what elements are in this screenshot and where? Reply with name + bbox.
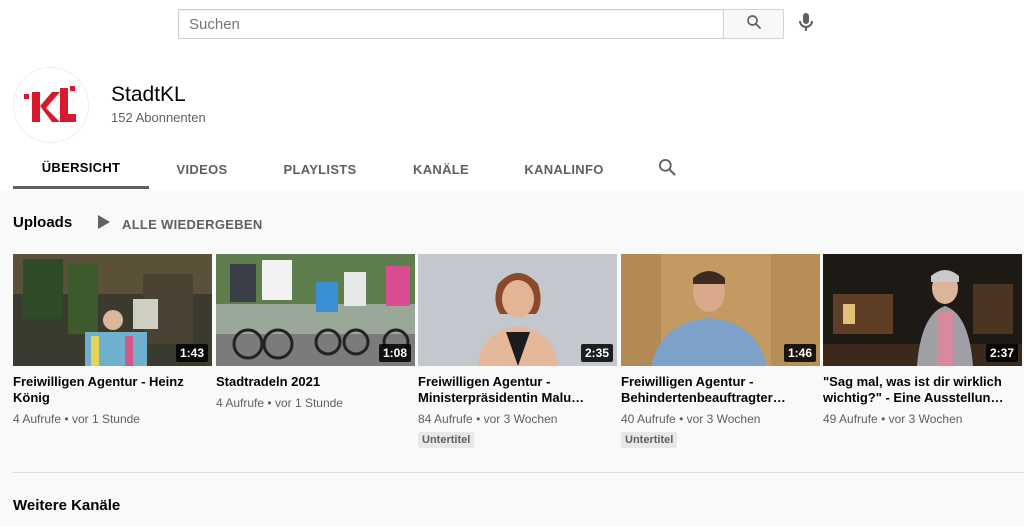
more-channels-title[interactable]: Weitere Kanäle: [13, 497, 120, 514]
tab-channels[interactable]: KANÄLE: [385, 149, 497, 189]
video-title[interactable]: Freiwilligen Agentur - Ministerpräsident…: [418, 374, 617, 406]
video-card: 1:08 Stadtradeln 2021 4 Aufrufe • vor 1 …: [216, 254, 415, 410]
video-meta: 4 Aufrufe • vor 1 Stunde: [216, 396, 415, 410]
video-meta: 4 Aufrufe • vor 1 Stunde: [13, 412, 212, 426]
meta-separator: •: [267, 396, 272, 410]
subtitles-badge: Untertitel: [621, 432, 678, 448]
video-age: vor 1 Stunde: [71, 412, 140, 426]
video-views: 40 Aufrufe: [621, 412, 676, 426]
video-views: 4 Aufrufe: [216, 396, 265, 410]
microphone-icon: [794, 10, 818, 39]
meta-separator: •: [64, 412, 69, 426]
video-thumbnail[interactable]: 2:35: [418, 254, 617, 366]
video-age: vor 1 Stunde: [274, 396, 343, 410]
video-card: 2:37 "Sag mal, was ist dir wirklich wich…: [823, 254, 1022, 426]
video-title[interactable]: Freiwilligen Agentur - Heinz König: [13, 374, 212, 406]
video-card: 2:35 Freiwilligen Agentur - Ministerpräs…: [418, 254, 617, 448]
video-meta: 84 Aufrufe • vor 3 Wochen: [418, 412, 617, 426]
video-title[interactable]: Stadtradeln 2021: [216, 374, 415, 390]
video-meta: 49 Aufrufe • vor 3 Wochen: [823, 412, 1022, 426]
video-duration: 2:35: [580, 344, 613, 362]
play-icon: [98, 215, 110, 234]
video-meta: 40 Aufrufe • vor 3 Wochen: [621, 412, 820, 426]
video-duration: 1:43: [175, 344, 208, 362]
channel-avatar[interactable]: [13, 67, 89, 143]
tab-playlists[interactable]: PLAYLISTS: [255, 149, 385, 189]
search-icon: [657, 157, 677, 182]
meta-separator: •: [476, 412, 481, 426]
channel-tabs: ÜBERSICHT VIDEOS PLAYLISTS KANÄLE KANALI…: [13, 149, 679, 189]
play-all-label: ALLE WIEDERGEBEN: [122, 217, 263, 232]
channel-header: StadtKL 152 Abonnenten ÜBERSICHT VIDEOS …: [0, 50, 1024, 190]
section-divider: [13, 472, 1024, 473]
channel-search-button[interactable]: [655, 149, 679, 189]
video-thumbnail[interactable]: 1:43: [13, 254, 212, 366]
voice-search-button[interactable]: [794, 12, 818, 36]
shelf-title[interactable]: Uploads: [13, 214, 72, 231]
video-age: vor 3 Wochen: [888, 412, 963, 426]
masthead: [0, 0, 1024, 50]
video-thumbnail[interactable]: 2:37: [823, 254, 1022, 366]
play-all-button[interactable]: ALLE WIEDERGEBEN: [98, 215, 263, 234]
subtitles-badge: Untertitel: [418, 432, 475, 448]
search-icon: [745, 13, 763, 36]
video-card: 1:46 Freiwilligen Agentur - Behindertenb…: [621, 254, 820, 448]
meta-separator: •: [679, 412, 684, 426]
search-input[interactable]: [178, 9, 723, 39]
tab-overview[interactable]: ÜBERSICHT: [13, 149, 149, 189]
search-button[interactable]: [723, 9, 784, 39]
tab-videos[interactable]: VIDEOS: [149, 149, 255, 189]
video-title[interactable]: Freiwilligen Agentur - Behindertenbeauft…: [621, 374, 820, 406]
stadtkl-logo: [14, 68, 88, 142]
video-thumbnail[interactable]: 1:08: [216, 254, 415, 366]
video-views: 49 Aufrufe: [823, 412, 878, 426]
video-views: 4 Aufrufe: [13, 412, 62, 426]
video-card: 1:43 Freiwilligen Agentur - Heinz König …: [13, 254, 212, 426]
video-duration: 2:37: [985, 344, 1018, 362]
video-views: 84 Aufrufe: [418, 412, 473, 426]
video-thumbnail[interactable]: 1:46: [621, 254, 820, 366]
subscriber-count: 152 Abonnenten: [111, 110, 206, 125]
video-duration: 1:46: [783, 344, 816, 362]
tab-about[interactable]: KANALINFO: [497, 149, 631, 189]
video-duration: 1:08: [378, 344, 411, 362]
video-title[interactable]: "Sag mal, was ist dir wirklich wichtig?"…: [823, 374, 1022, 406]
video-age: vor 3 Wochen: [686, 412, 761, 426]
meta-separator: •: [881, 412, 886, 426]
channel-name: StadtKL: [111, 83, 186, 106]
video-age: vor 3 Wochen: [483, 412, 558, 426]
search-box: [178, 9, 784, 39]
